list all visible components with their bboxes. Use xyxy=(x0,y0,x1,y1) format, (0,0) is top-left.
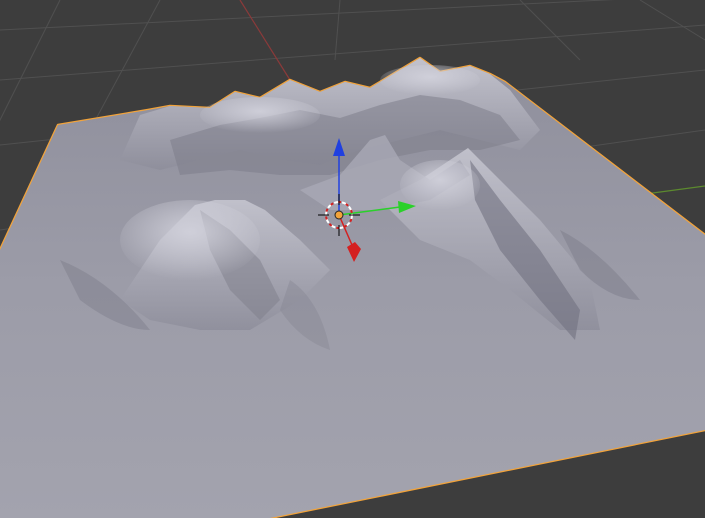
highlight-right xyxy=(400,160,480,210)
highlight-far xyxy=(380,65,480,95)
terrain-mesh[interactable] xyxy=(0,56,705,518)
x-axis-line xyxy=(239,0,291,81)
viewport-canvas[interactable] xyxy=(0,0,705,518)
highlight-left xyxy=(120,200,260,280)
3d-viewport[interactable] xyxy=(0,0,705,518)
highlight-back xyxy=(200,97,320,133)
